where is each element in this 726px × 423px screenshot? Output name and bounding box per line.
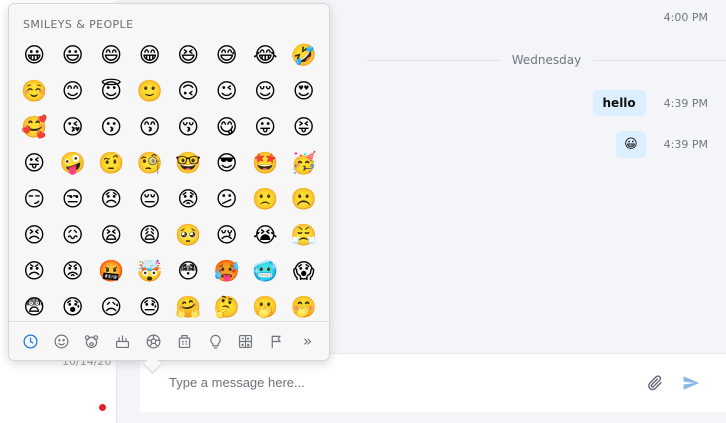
emoji-option[interactable]: 🧐 <box>131 145 170 181</box>
lightbulb-icon[interactable] <box>205 331 225 351</box>
emoji-option[interactable]: 😎 <box>208 145 247 181</box>
flag-icon[interactable] <box>267 331 287 351</box>
emoji-picker: SMILEYS & PEOPLE 😀 😃 😄 😁 😆 😅 😂 🤣 ☺️ 😊 😇 🙂 🙃 😉 😌 😍 🥰 😘 😗 😙 😚 😋… <box>8 3 330 361</box>
emoji-option[interactable]: 😉 <box>208 73 247 109</box>
message-bubble[interactable]: hello <box>592 90 646 116</box>
emoji-option[interactable]: 😳 <box>169 253 208 289</box>
emoji-option[interactable]: 🥵 <box>208 253 247 289</box>
emoji-option[interactable]: 🥶 <box>246 253 285 289</box>
emoji-option[interactable]: 😩 <box>131 217 170 253</box>
emoji-option[interactable]: 🤔 <box>208 289 247 323</box>
emoji-option[interactable]: 😓 <box>131 289 170 323</box>
emoji-option[interactable]: 😣 <box>15 217 54 253</box>
divider-line <box>367 59 500 61</box>
emoji-option[interactable]: 😒 <box>54 181 93 217</box>
emoji-option[interactable]: 🙃 <box>169 73 208 109</box>
emoji-option[interactable]: 😍 <box>285 73 324 109</box>
more-categories-button[interactable]: » <box>298 331 318 351</box>
emoji-option[interactable]: 🙂 <box>131 73 170 109</box>
emoji-option[interactable]: 😘 <box>54 109 93 145</box>
emoji-category-bar: » <box>9 321 329 360</box>
emoji-option[interactable]: 😂 <box>246 37 285 73</box>
emoji-option[interactable]: 😜 <box>15 145 54 181</box>
emoji-option[interactable]: 😡 <box>54 253 93 289</box>
emoji-option[interactable]: 😊 <box>54 73 93 109</box>
paperclip-icon[interactable] <box>646 374 664 392</box>
app-window: 10/14/20 4:00 PM Wednesday hello 4:39 PM… <box>0 0 726 423</box>
emoji-option[interactable]: 🥺 <box>169 217 208 253</box>
emoji-option[interactable]: 😃 <box>54 37 93 73</box>
emoji-option[interactable]: ☺️ <box>15 73 54 109</box>
message-time: 4:39 PM <box>663 96 708 110</box>
emoji-option[interactable]: 😏 <box>15 181 54 217</box>
message-time: 4:39 PM <box>663 138 708 151</box>
emoji-option[interactable]: 😄 <box>92 37 131 73</box>
emoji-option[interactable]: 😅 <box>208 37 247 73</box>
message-row: hello 4:39 PM <box>592 90 708 116</box>
ball-icon[interactable] <box>144 331 164 351</box>
send-icon[interactable] <box>682 374 700 392</box>
emoji-option[interactable]: 😋 <box>208 109 247 145</box>
emoji-option[interactable]: 🙁 <box>246 181 285 217</box>
emoji-option[interactable]: 😙 <box>131 109 170 145</box>
divider-line <box>593 59 726 61</box>
emoji-option[interactable]: 😖 <box>54 217 93 253</box>
emoji-option[interactable]: 😆 <box>169 37 208 73</box>
emoji-option[interactable]: 🫢 <box>246 289 285 323</box>
clock-icon[interactable] <box>20 331 40 351</box>
emoji-option[interactable]: 😫 <box>92 217 131 253</box>
emoji-option[interactable]: 🤣 <box>285 37 324 73</box>
emoji-option[interactable]: 🤗 <box>169 289 208 323</box>
emoji-option[interactable]: 😤 <box>285 217 324 253</box>
emoji-option[interactable]: ☹️ <box>285 181 324 217</box>
message-time: 4:00 PM <box>663 11 708 24</box>
message-bubble[interactable]: 😀 <box>616 131 646 158</box>
status-dot <box>99 404 106 411</box>
emoji-option[interactable]: 😟 <box>169 181 208 217</box>
building-icon[interactable] <box>174 331 194 351</box>
emoji-option[interactable]: 😗 <box>92 109 131 145</box>
message-input[interactable] <box>167 374 611 391</box>
emoji-option[interactable]: 😝 <box>285 109 324 145</box>
emoji-option[interactable]: 😨 <box>15 289 54 323</box>
emoji-option[interactable]: 🤓 <box>169 145 208 181</box>
emoji-option[interactable]: 😛 <box>246 109 285 145</box>
emoji-option[interactable]: 🥳 <box>285 145 324 181</box>
emoji-option[interactable]: 😕 <box>208 181 247 217</box>
emoji-option[interactable]: 🤭 <box>285 289 324 323</box>
emoji-option[interactable]: 😭 <box>246 217 285 253</box>
bear-icon[interactable] <box>82 331 102 351</box>
compose-bar <box>140 353 726 412</box>
divider-label: Wednesday <box>511 53 582 67</box>
symbols-icon[interactable] <box>236 331 256 351</box>
emoji-option[interactable]: 😀 <box>15 37 54 73</box>
smiley-icon[interactable] <box>51 331 71 351</box>
emoji-option[interactable]: 😢 <box>208 217 247 253</box>
emoji-option[interactable]: 😥 <box>92 289 131 323</box>
emoji-option[interactable]: 🤪 <box>54 145 93 181</box>
emoji-grid: 😀 😃 😄 😁 😆 😅 😂 🤣 ☺️ 😊 😇 🙂 🙃 😉 😌 😍 🥰 😘 😗 😙 😚 😋 😛 😝 😜 🤪 🤨 🧐 🤓 😎 🤩 🥳 😏 😒 😞 😔 😟 😕 🙁… <box>15 37 323 323</box>
emoji-option[interactable]: 🤨 <box>92 145 131 181</box>
emoji-option[interactable]: 😇 <box>92 73 131 109</box>
emoji-option[interactable]: 😚 <box>169 109 208 145</box>
food-icon[interactable] <box>113 331 133 351</box>
emoji-option[interactable]: 🤯 <box>131 253 170 289</box>
message-row: 😀 4:39 PM <box>616 131 708 158</box>
emoji-option[interactable]: 😁 <box>131 37 170 73</box>
emoji-option[interactable]: 😠 <box>15 253 54 289</box>
emoji-option[interactable]: 😞 <box>92 181 131 217</box>
emoji-option[interactable]: 😰 <box>54 289 93 323</box>
day-divider: Wednesday <box>367 52 726 68</box>
emoji-option[interactable]: 🤩 <box>246 145 285 181</box>
emoji-option[interactable]: 🥰 <box>15 109 54 145</box>
emoji-option[interactable]: 😔 <box>131 181 170 217</box>
emoji-option[interactable]: 🤬 <box>92 253 131 289</box>
emoji-option[interactable]: 😌 <box>246 73 285 109</box>
emoji-option[interactable]: 😱 <box>285 253 324 289</box>
emoji-category-title: SMILEYS & PEOPLE <box>23 18 134 31</box>
